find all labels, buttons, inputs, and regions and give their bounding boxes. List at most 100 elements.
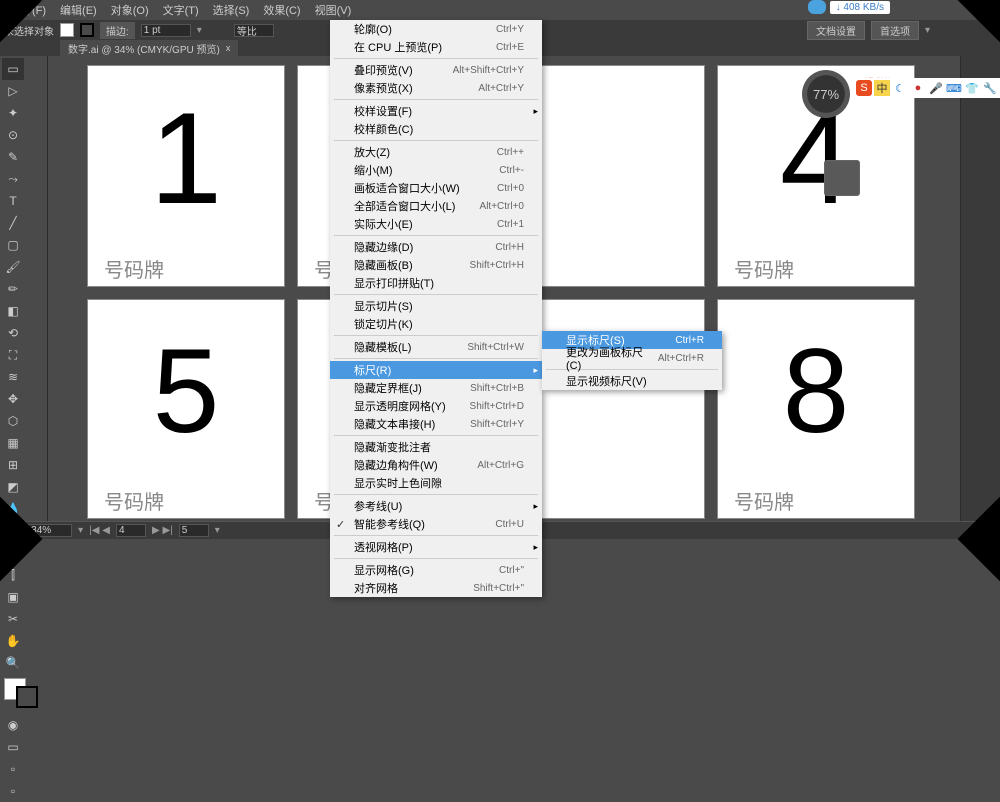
- menu-item[interactable]: 隐藏画板(B)Shift+Ctrl+H: [330, 256, 542, 274]
- submenu-item[interactable]: 更改为画板标尺(C)Alt+Ctrl+R: [542, 349, 722, 367]
- gradient-tool[interactable]: ◩: [2, 476, 24, 498]
- menu-item[interactable]: 显示网格(G)Ctrl+": [330, 561, 542, 579]
- netspeed-widget: ↓ 408 KB/s: [808, 0, 890, 14]
- fill-swatch[interactable]: [60, 23, 74, 37]
- document-tab[interactable]: 数字.ai @ 34% (CMYK/GPU 预览) x: [60, 40, 238, 56]
- artboard-label: 号码牌: [718, 250, 914, 286]
- direct-sel-tool[interactable]: ▷: [2, 80, 24, 102]
- curvature-tool[interactable]: ⤳: [2, 168, 24, 190]
- slice-tool[interactable]: ✂: [2, 608, 24, 630]
- screen2[interactable]: ▫: [2, 758, 24, 780]
- menu-item[interactable]: 隐藏定界框(J)Shift+Ctrl+B: [330, 379, 542, 397]
- ime-lang-icon[interactable]: 中: [874, 80, 890, 96]
- stroke-swatch[interactable]: [80, 23, 94, 37]
- menu-item[interactable]: 标尺(R)▸: [330, 361, 542, 379]
- artboard-5[interactable]: 5号码牌: [88, 300, 284, 518]
- lasso-tool[interactable]: ⊙: [2, 124, 24, 146]
- artboard-prev-icon[interactable]: |◀ ◀: [89, 525, 110, 536]
- menu-item[interactable]: 轮廓(O)Ctrl+Y: [330, 20, 542, 38]
- type-tool[interactable]: T: [2, 190, 24, 212]
- menu-view[interactable]: 视图(V): [309, 0, 358, 20]
- menu-item[interactable]: 放大(Z)Ctrl++: [330, 143, 542, 161]
- mesh-tool[interactable]: ⊞: [2, 454, 24, 476]
- download-speed: ↓ 408 KB/s: [830, 1, 890, 14]
- menu-item[interactable]: 锁定切片(K): [330, 315, 542, 333]
- tab-close-icon[interactable]: x: [226, 43, 231, 53]
- perspective-tool[interactable]: ▦: [2, 432, 24, 454]
- menu-item[interactable]: 隐藏渐变批注者: [330, 438, 542, 456]
- right-panel-dock[interactable]: [960, 56, 1000, 521]
- scale-mode[interactable]: [234, 24, 274, 37]
- menu-item[interactable]: 隐藏模板(L)Shift+Ctrl+W: [330, 338, 542, 356]
- artboard-8[interactable]: 8号码牌: [718, 300, 914, 518]
- menu-type[interactable]: 文字(T): [157, 0, 205, 20]
- artboard-label: 号码牌: [718, 482, 914, 518]
- ime-tool-icon[interactable]: 🔧: [982, 80, 998, 96]
- color-mode[interactable]: ◉: [2, 714, 24, 736]
- menu-item[interactable]: 在 CPU 上预览(P)Ctrl+E: [330, 38, 542, 56]
- ime-mic-icon[interactable]: 🎤: [928, 80, 944, 96]
- menu-item[interactable]: 隐藏文本串接(H)Shift+Ctrl+Y: [330, 415, 542, 433]
- menu-item[interactable]: 像素预览(X)Alt+Ctrl+Y: [330, 79, 542, 97]
- artboard-1[interactable]: 1号码牌: [88, 66, 284, 286]
- hand-tool[interactable]: ✋: [2, 630, 24, 652]
- menu-item[interactable]: 显示打印拼贴(T): [330, 274, 542, 292]
- line-tool[interactable]: ╱: [2, 212, 24, 234]
- panel-icon[interactable]: [824, 160, 860, 196]
- artboard-sel[interactable]: [179, 524, 209, 537]
- menu-item[interactable]: 智能参考线(Q)Ctrl+U: [330, 515, 542, 533]
- menu-item[interactable]: 画板适合窗口大小(W)Ctrl+0: [330, 179, 542, 197]
- submenu-item[interactable]: 显示视频标尺(V): [542, 372, 722, 390]
- brush-tool[interactable]: 🖌: [2, 256, 24, 278]
- menu-object[interactable]: 对象(O): [105, 0, 155, 20]
- selection-tool[interactable]: ▭: [2, 58, 24, 80]
- doc-setup-btn[interactable]: 文档设置: [807, 21, 865, 40]
- ime-logo-icon[interactable]: S: [856, 80, 872, 96]
- pen-tool[interactable]: ✎: [2, 146, 24, 168]
- shape-builder[interactable]: ⬡: [2, 410, 24, 432]
- menu-item[interactable]: 透视网格(P)▸: [330, 538, 542, 556]
- view-menu-dropdown: 轮廓(O)Ctrl+Y在 CPU 上预览(P)Ctrl+E 叠印预览(V)Alt+…: [330, 20, 542, 597]
- menu-item[interactable]: 显示透明度网格(Y)Shift+Ctrl+D: [330, 397, 542, 415]
- stroke-weight[interactable]: [141, 24, 191, 37]
- ime-bar: S 中 ☾ ● 🎤 ⌨ 👕 🔧: [854, 78, 1000, 98]
- zoom-tool[interactable]: 🔍: [2, 652, 24, 674]
- menu-edit[interactable]: 编辑(E): [54, 0, 103, 20]
- screen-mode[interactable]: ▭: [2, 736, 24, 758]
- ime-skin-icon[interactable]: 👕: [964, 80, 980, 96]
- menu-item[interactable]: 参考线(U)▸: [330, 497, 542, 515]
- menu-item[interactable]: 显示切片(S): [330, 297, 542, 315]
- menu-item[interactable]: 叠印预览(V)Alt+Shift+Ctrl+Y: [330, 61, 542, 79]
- ime-moon-icon[interactable]: ☾: [892, 80, 908, 96]
- artboard-tool[interactable]: ▣: [2, 586, 24, 608]
- ime-rec-icon[interactable]: ●: [910, 80, 926, 96]
- artboard-next-icon[interactable]: ▶ ▶|: [152, 525, 173, 536]
- menu-item[interactable]: 全部适合窗口大小(L)Alt+Ctrl+0: [330, 197, 542, 215]
- menu-select[interactable]: 选择(S): [207, 0, 256, 20]
- ime-kb-icon[interactable]: ⌨: [946, 80, 962, 96]
- color-picker[interactable]: [4, 678, 43, 710]
- rect-tool[interactable]: ▢: [2, 234, 24, 256]
- menu-item[interactable]: 隐藏边角构件(W)Alt+Ctrl+G: [330, 456, 542, 474]
- scale-tool[interactable]: ⛶: [2, 344, 24, 366]
- free-transform[interactable]: ✥: [2, 388, 24, 410]
- width-tool[interactable]: ≋: [2, 366, 24, 388]
- menu-item[interactable]: 校样设置(F)▸: [330, 102, 542, 120]
- stroke-label: 描边:: [100, 22, 135, 39]
- artboard-nav[interactable]: [116, 524, 146, 537]
- menu-item[interactable]: 实际大小(E)Ctrl+1: [330, 215, 542, 233]
- eraser-tool[interactable]: ◧: [2, 300, 24, 322]
- menu-item[interactable]: 隐藏边缘(D)Ctrl+H: [330, 238, 542, 256]
- menu-item[interactable]: 对齐网格Shift+Ctrl+": [330, 579, 542, 597]
- menu-item[interactable]: 校样颜色(C): [330, 120, 542, 138]
- menu-item[interactable]: 显示实时上色间隙: [330, 474, 542, 492]
- prefs-btn[interactable]: 首选项: [871, 21, 919, 40]
- screen3[interactable]: ▫: [2, 780, 24, 802]
- speed-dial: 77% ↓ 15.3K/s: [802, 70, 850, 118]
- menu-item[interactable]: 缩小(M)Ctrl+-: [330, 161, 542, 179]
- artboard-number: 5: [88, 300, 284, 482]
- wand-tool[interactable]: ✦: [2, 102, 24, 124]
- rotate-tool[interactable]: ⟲: [2, 322, 24, 344]
- menu-effect[interactable]: 效果(C): [257, 0, 306, 20]
- pencil-tool[interactable]: ✏: [2, 278, 24, 300]
